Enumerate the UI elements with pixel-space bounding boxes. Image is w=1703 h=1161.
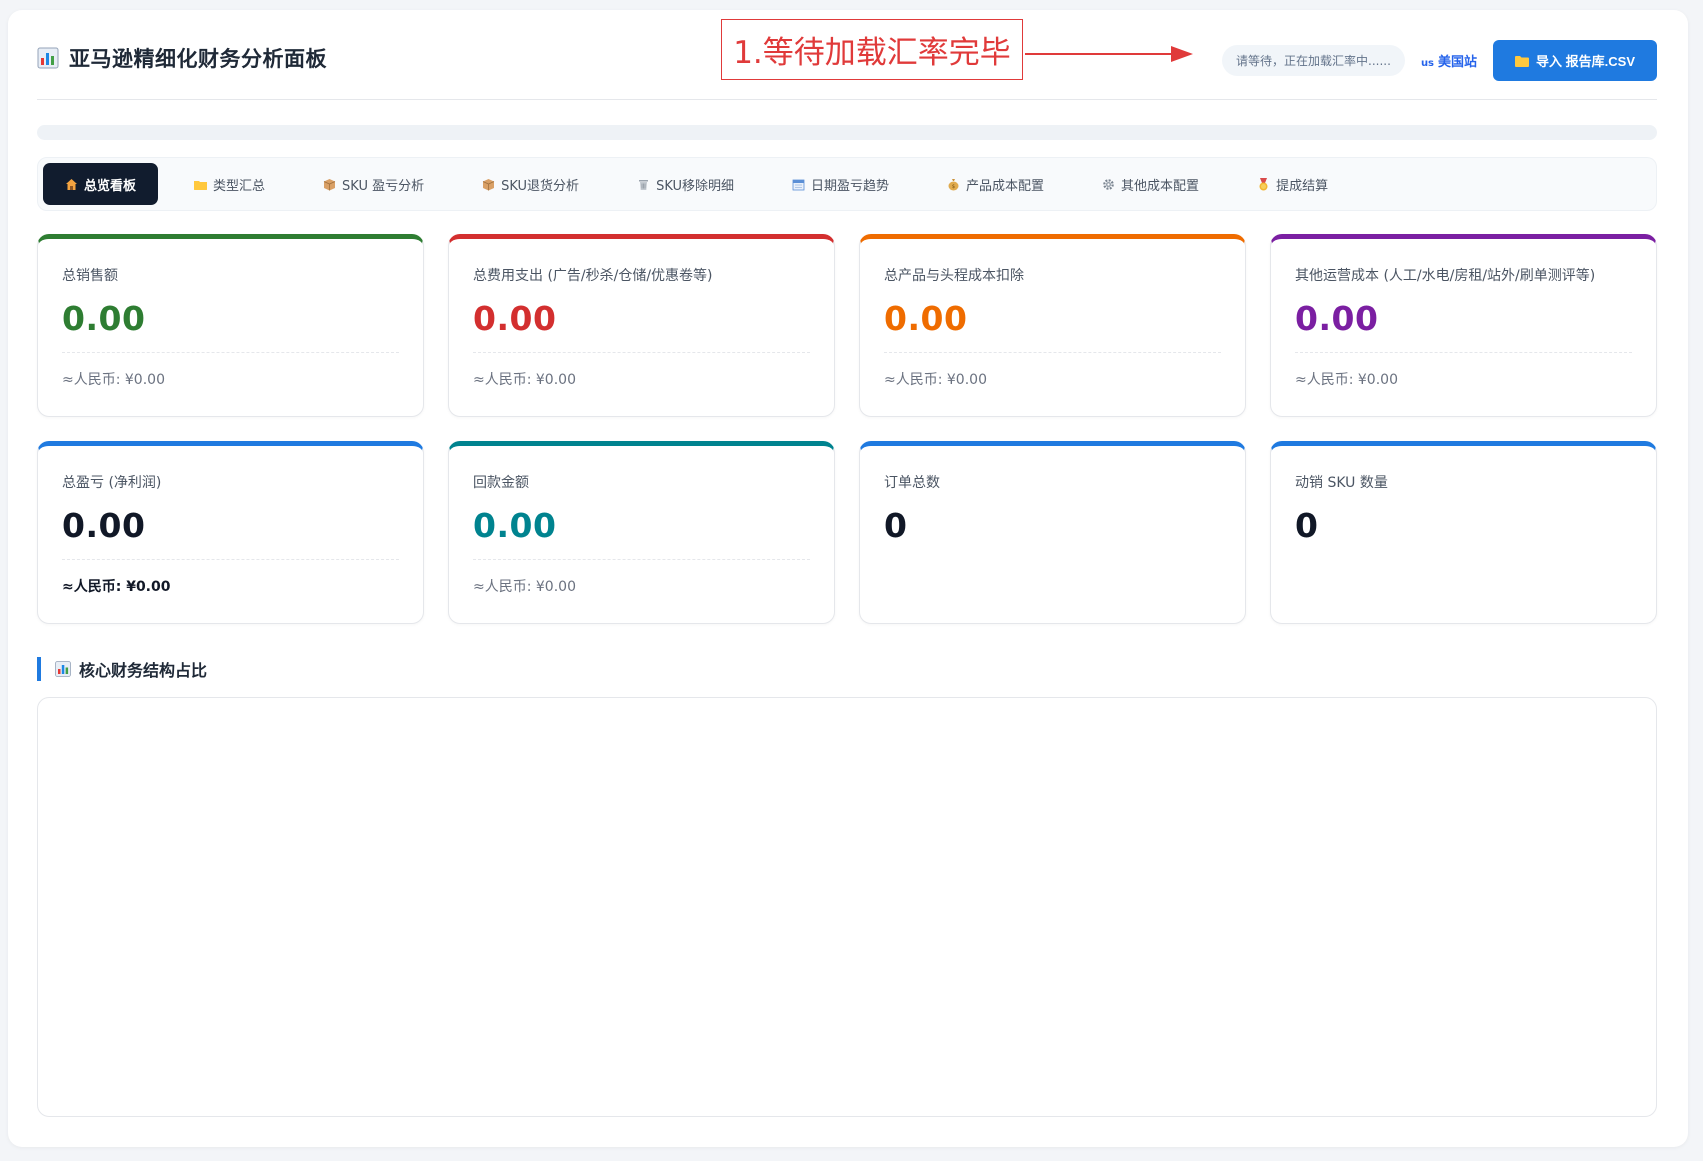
card-value: 0	[884, 506, 908, 545]
card-rmb-value: ≈人民币: ¥0.00	[62, 372, 165, 388]
card-divider	[62, 559, 399, 560]
card-value: 0.00	[884, 299, 968, 338]
folder-icon	[1515, 55, 1530, 67]
card-value: 0.00	[473, 299, 557, 338]
card-label: 动销 SKU 数量	[1295, 475, 1388, 491]
medal-icon	[1259, 177, 1268, 190]
tab-date-trend[interactable]: 日期盈亏趋势	[770, 163, 911, 205]
card-divider	[473, 559, 810, 560]
tab-sku-profit[interactable]: SKU 盈亏分析	[301, 163, 446, 205]
tab-sku-returns[interactable]: SKU退货分析	[460, 163, 601, 205]
annotation-box: 1.等待加载汇率完毕	[721, 19, 1023, 80]
card-active-sku-count: 动销 SKU 数量 0	[1270, 441, 1657, 624]
money-bag-icon: $	[948, 178, 959, 190]
page-title: 亚马逊精细化财务分析面板	[69, 46, 327, 71]
card-label: 总盈亏 (净利润)	[62, 475, 162, 491]
house-icon	[66, 178, 77, 190]
metric-cards: 总销售额 0.00 ≈人民币: ¥0.00 总费用支出 (广告/秒杀/仓储/优惠…	[37, 234, 1657, 624]
tab-label: SKU退货分析	[501, 178, 580, 194]
tab-label: 日期盈亏趋势	[811, 178, 890, 194]
tab-label: 类型汇总	[213, 178, 266, 194]
card-rmb-value: ≈人民币: ¥0.00	[62, 579, 171, 595]
tab-commission[interactable]: 提成结算	[1235, 163, 1350, 205]
financial-structure-chart	[37, 697, 1657, 1117]
card-divider	[1295, 352, 1632, 353]
tab-other-cost[interactable]: 其他成本配置	[1080, 163, 1221, 205]
section-title: 核心财务结构占比	[37, 657, 207, 681]
card-total-orders: 订单总数 0	[859, 441, 1246, 624]
section-title-text: 核心财务结构占比	[79, 661, 208, 680]
card-label: 订单总数	[884, 475, 940, 491]
card-label: 其他运营成本 (人工/水电/房租/站外/刷单测评等)	[1295, 268, 1596, 284]
folder-icon	[194, 180, 208, 190]
loading-progress-bar	[37, 125, 1657, 140]
tab-label: 提成结算	[1276, 178, 1329, 194]
card-label: 总产品与头程成本扣除	[884, 268, 1024, 284]
card-label: 回款金额	[473, 475, 529, 491]
bar-chart-icon	[55, 661, 71, 677]
calendar-icon	[792, 179, 805, 190]
tab-product-cost[interactable]: $ 产品成本配置	[925, 163, 1066, 205]
header-actions: 请等待，正在加载汇率中...... us 美国站 导入 报告库.CSV	[1222, 40, 1657, 81]
tab-label: 总览看板	[84, 178, 137, 194]
us-flag-icon: us	[1420, 58, 1435, 69]
card-label: 总销售额	[62, 268, 118, 284]
site-label: 美国站	[1438, 55, 1478, 70]
bar-chart-icon	[37, 47, 59, 68]
site-selector[interactable]: us 美国站	[1421, 51, 1477, 70]
card-value: 0.00	[473, 506, 557, 545]
title-wrap: 亚马逊精细化财务分析面板	[37, 43, 327, 73]
loading-status: 请等待，正在加载汇率中......	[1222, 45, 1405, 76]
card-label: 总费用支出 (广告/秒杀/仓储/优惠卷等)	[473, 268, 713, 284]
card-value: 0.00	[62, 506, 146, 545]
card-value: 0.00	[1295, 299, 1379, 338]
card-total-expenses: 总费用支出 (广告/秒杀/仓储/优惠卷等) 0.00 ≈人民币: ¥0.00	[448, 234, 835, 417]
tab-overview[interactable]: 总览看板	[43, 163, 159, 205]
tab-bar: 总览看板 类型汇总 SKU 盈亏分析 SKU退货分析 SKU移除明细 日期盈亏趋…	[37, 157, 1657, 211]
card-product-cost: 总产品与头程成本扣除 0.00 ≈人民币: ¥0.00	[859, 234, 1246, 417]
tab-sku-removal[interactable]: SKU移除明细	[615, 163, 756, 205]
card-value: 0	[1295, 506, 1319, 545]
card-divider	[62, 352, 399, 353]
package-icon	[482, 178, 495, 190]
card-net-profit: 总盈亏 (净利润) 0.00 ≈人民币: ¥0.00	[37, 441, 424, 624]
package-icon	[323, 178, 336, 190]
card-value: 0.00	[62, 299, 146, 338]
card-divider	[473, 352, 810, 353]
trash-icon	[639, 179, 649, 190]
card-payout-amount: 回款金额 0.00 ≈人民币: ¥0.00	[448, 441, 835, 624]
tab-label: 产品成本配置	[966, 178, 1045, 194]
card-rmb-value: ≈人民币: ¥0.00	[1295, 372, 1398, 388]
gear-icon	[1103, 178, 1114, 190]
tab-label: 其他成本配置	[1121, 178, 1200, 194]
card-rmb-value: ≈人民币: ¥0.00	[884, 372, 987, 388]
card-total-sales: 总销售额 0.00 ≈人民币: ¥0.00	[37, 234, 424, 417]
tab-label: SKU 盈亏分析	[342, 178, 425, 194]
card-rmb-value: ≈人民币: ¥0.00	[473, 579, 576, 595]
import-csv-button[interactable]: 导入 报告库.CSV	[1493, 40, 1657, 81]
annotation-arrow-icon	[1025, 46, 1193, 62]
card-divider	[884, 352, 1221, 353]
import-label: 导入 报告库.CSV	[1536, 54, 1635, 69]
tab-type-summary[interactable]: 类型汇总	[172, 163, 287, 205]
tab-label: SKU移除明细	[656, 178, 735, 194]
svg-text:$: $	[952, 184, 955, 190]
card-rmb-value: ≈人民币: ¥0.00	[473, 372, 576, 388]
card-other-operating-cost: 其他运营成本 (人工/水电/房租/站外/刷单测评等) 0.00 ≈人民币: ¥0…	[1270, 234, 1657, 417]
